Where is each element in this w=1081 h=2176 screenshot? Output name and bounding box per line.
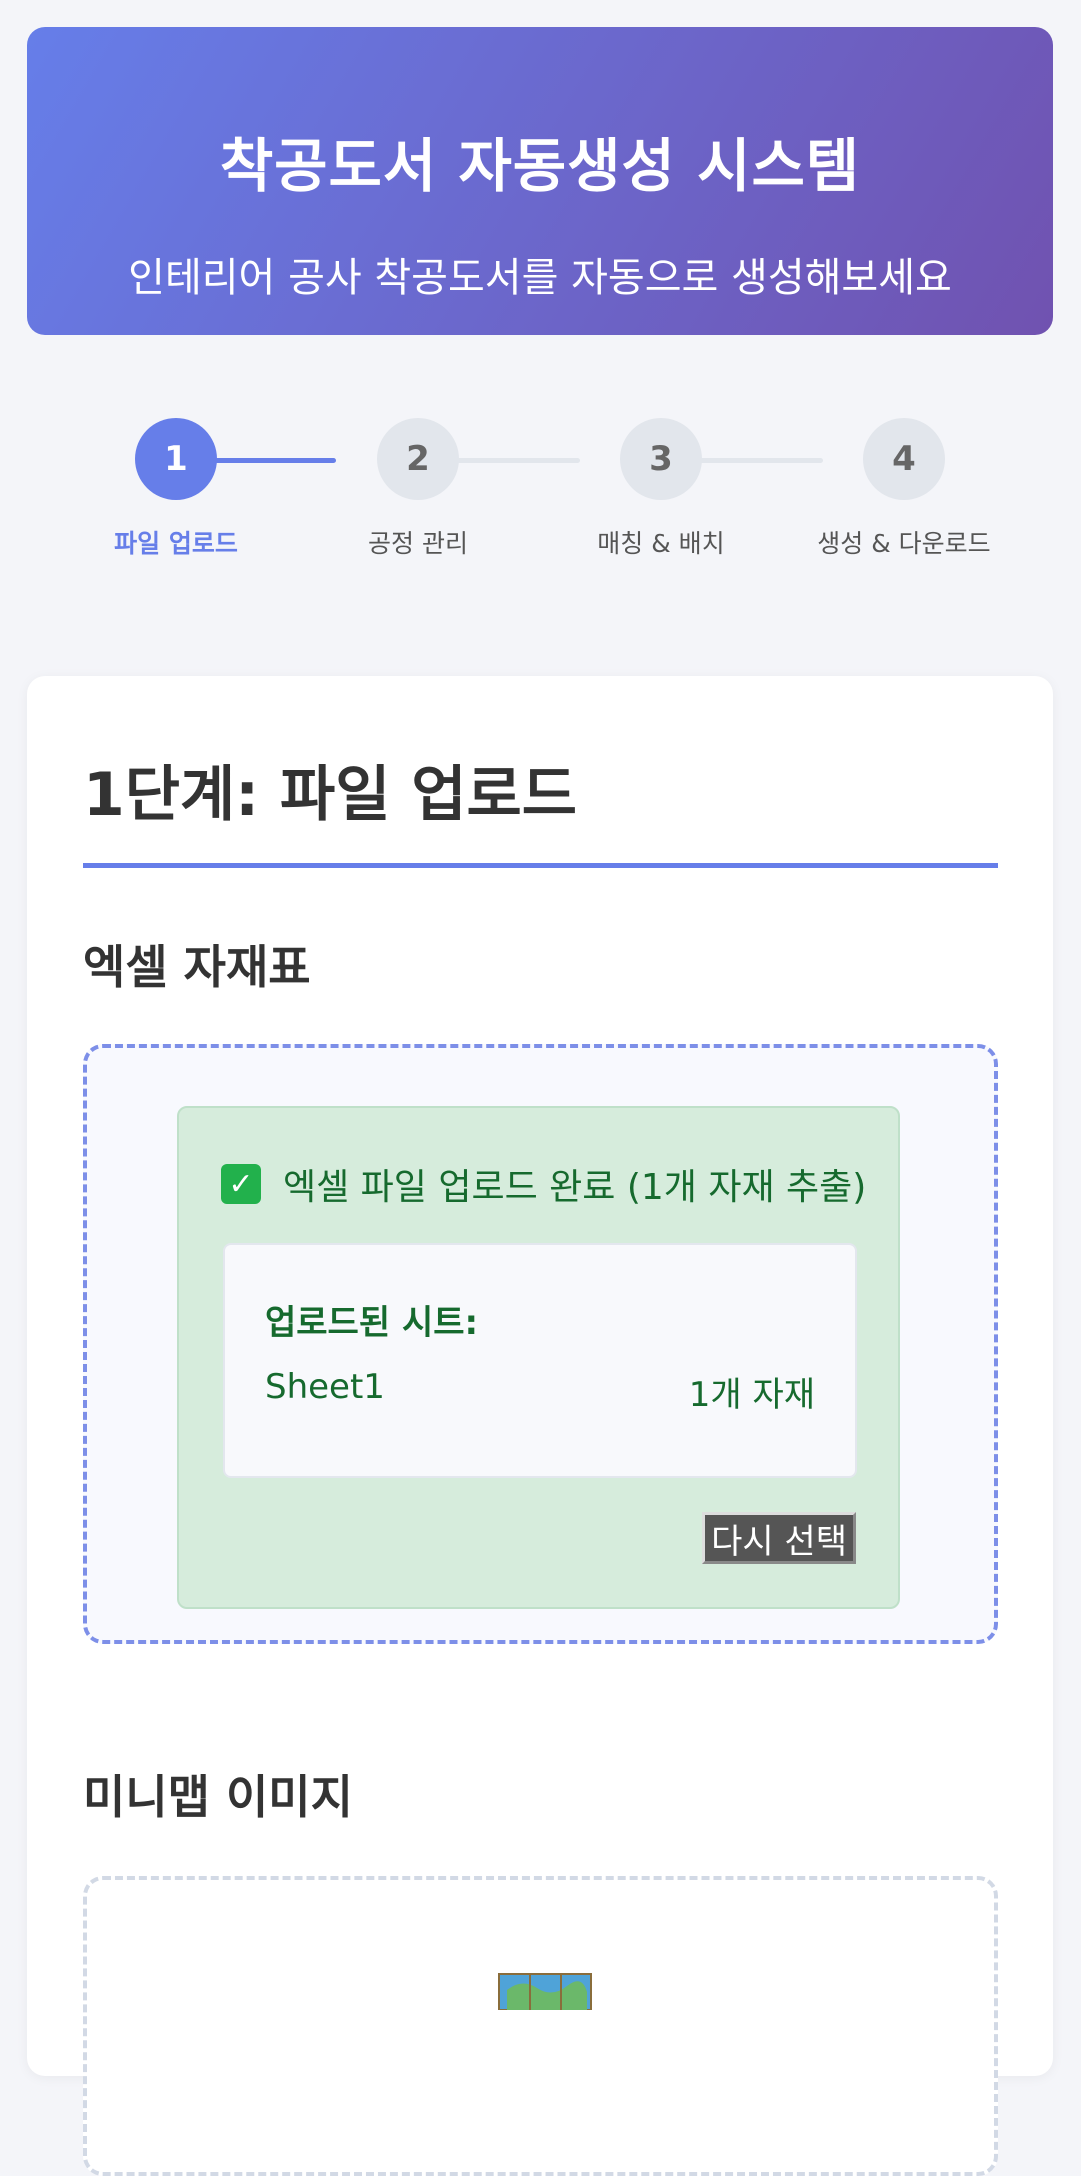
sheet-row: Sheet1 1개 자재 [265,1367,815,1416]
step-number: 1 [135,418,217,500]
page-title: 1단계: 파일 업로드 [83,760,577,830]
step-label: 파일 업로드 [114,529,238,558]
sheet-name: Sheet1 [265,1367,385,1407]
step-label: 공정 관리 [368,529,468,558]
upload-success-panel: ✓ 엑셀 파일 업로드 완료 (1개 자재 추출) 업로드된 시트: Sheet… [177,1106,900,1609]
step-upload[interactable]: 1 파일 업로드 [76,418,276,560]
success-text: 엑셀 파일 업로드 완료 (1개 자재 추출) [283,1167,867,1208]
minimap-dropzone[interactable] [83,1876,998,2176]
step-process[interactable]: 2 공정 관리 [318,418,518,560]
app-header: 착공도서 자동생성 시스템 인테리어 공사 착공도서를 자동으로 생성해보세요 [27,27,1053,335]
upload-card: 1단계: 파일 업로드 엑셀 자재표 ✓ 엑셀 파일 업로드 완료 (1개 자재… [27,676,1053,2176]
step-number: 3 [620,418,702,500]
uploaded-sheets-box: 업로드된 시트: Sheet1 1개 자재 [223,1243,857,1478]
excel-section-title: 엑셀 자재표 [83,940,311,994]
app-title: 착공도서 자동생성 시스템 [219,132,861,200]
check-icon: ✓ [221,1164,261,1204]
step-generate[interactable]: 4 생성 & 다운로드 [804,418,1004,560]
upload-success-message: ✓ 엑셀 파일 업로드 완료 (1개 자재 추출) [221,1158,866,1210]
step-number: 2 [377,418,459,500]
step-matching[interactable]: 3 매칭 & 배치 [561,418,761,560]
map-icon [498,1973,592,2010]
title-divider [83,863,998,868]
minimap-section-title: 미니맵 이미지 [83,1770,353,1824]
step-label: 매칭 & 배치 [597,529,725,558]
step-number: 4 [863,418,945,500]
app-subtitle: 인테리어 공사 착공도서를 자동으로 생성해보세요 [128,255,952,301]
step-label: 생성 & 다운로드 [817,529,991,558]
reselect-button[interactable]: 다시 선택 [702,1512,856,1564]
uploaded-sheets-label: 업로드된 시트: [265,1303,479,1343]
sheet-count: 1개 자재 [688,1375,815,1415]
